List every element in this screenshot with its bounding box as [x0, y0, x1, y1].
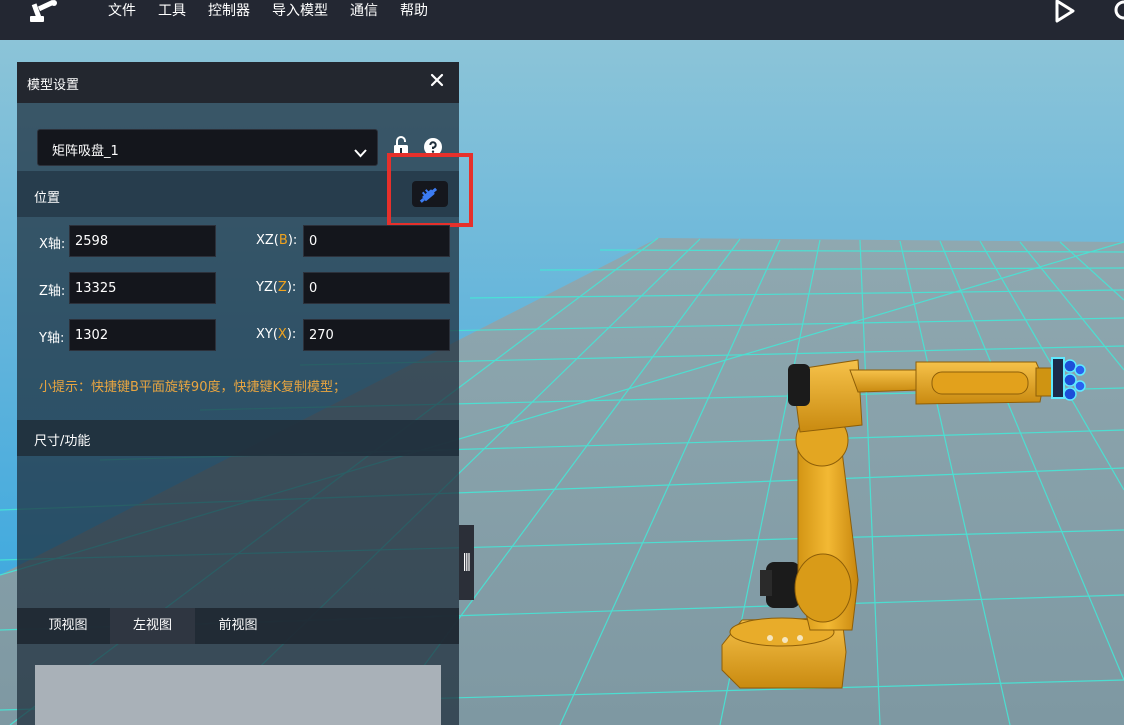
menu-tools[interactable]: 工具 [158, 0, 186, 24]
tab-left-view[interactable]: 左视图 [110, 608, 195, 644]
menu-import-model[interactable]: 导入模型 [272, 0, 328, 24]
panel-title: 模型设置 [27, 78, 80, 93]
position-section-header: 位置 [17, 171, 459, 217]
pick-position-icon [419, 187, 438, 203]
tab-front-view[interactable]: 前视图 [203, 608, 273, 644]
xz-rotation-label: XZ(B): [256, 233, 297, 248]
main-menu: 文件 工具 控制器 导入模型 通信 帮助 [108, 0, 450, 24]
yz-rotation-input[interactable] [303, 272, 450, 304]
play-icon[interactable] [1052, 0, 1078, 24]
pick-position-button[interactable] [412, 181, 448, 207]
chevron-down-icon [354, 143, 367, 158]
size-function-section-title: 尺寸/功能 [34, 434, 91, 449]
menu-controller[interactable]: 控制器 [208, 0, 250, 24]
position-section-title: 位置 [34, 191, 61, 206]
xz-label-axis: B [278, 233, 288, 248]
menu-file[interactable]: 文件 [108, 0, 136, 24]
xz-label-prefix: XZ( [256, 233, 279, 248]
menu-help[interactable]: 帮助 [400, 0, 428, 24]
close-icon[interactable] [429, 72, 445, 88]
yz-label-suffix: ): [286, 280, 297, 295]
yz-rotation-label: YZ(Z): [256, 280, 296, 295]
view-tab-bar: 顶视图 左视图 前视图 [17, 608, 459, 644]
yz-label-prefix: YZ( [256, 280, 278, 295]
xz-rotation-input[interactable] [303, 225, 450, 257]
xy-rotation-input[interactable] [303, 319, 450, 351]
xy-label-suffix: ): [286, 327, 297, 342]
view-preview-area [35, 665, 441, 725]
x-axis-label: X轴: [39, 237, 66, 252]
top-menu-bar: 文件 工具 控制器 导入模型 通信 帮助 [0, 0, 1124, 40]
robot-arm-logo-icon[interactable] [26, 0, 62, 26]
panel-header: 模型设置 [17, 62, 459, 103]
model-select-value: 矩阵吸盘_1 [52, 144, 119, 159]
size-function-section-header[interactable]: 尺寸/功能 [17, 420, 459, 456]
shortcut-tip: 小提示：快捷键B平面旋转90度，快捷键K复制模型； [39, 380, 346, 395]
z-axis-label: Z轴: [39, 284, 66, 299]
yz-label-axis: Z [277, 280, 287, 295]
model-select-dropdown[interactable]: 矩阵吸盘_1 [37, 129, 378, 166]
xy-rotation-label: XY(X): [256, 327, 296, 342]
unlock-icon[interactable] [393, 136, 409, 158]
stop-icon[interactable] [1112, 0, 1124, 24]
menu-communication[interactable]: 通信 [350, 0, 378, 24]
help-icon[interactable] [424, 138, 442, 156]
z-axis-input[interactable] [69, 272, 216, 304]
model-settings-panel: 模型设置 矩阵吸盘_1 位置 X轴: 2598 Z轴: 13325 Y轴: 13… [17, 62, 473, 725]
y-axis-input[interactable] [69, 319, 216, 351]
tab-top-view[interactable]: 顶视图 [33, 608, 103, 644]
panel-resize-handle[interactable] [459, 525, 474, 600]
xy-label-axis: X [277, 327, 287, 342]
x-axis-input[interactable] [69, 225, 216, 257]
y-axis-label: Y轴: [39, 331, 65, 346]
xz-label-suffix: ): [287, 233, 298, 248]
xy-label-prefix: XY( [256, 327, 278, 342]
